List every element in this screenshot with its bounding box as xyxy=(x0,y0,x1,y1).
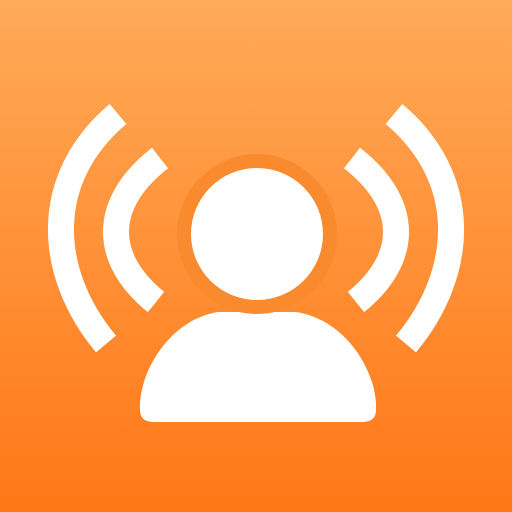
user-broadcast-icon xyxy=(0,0,512,512)
app-icon-tile xyxy=(0,0,512,512)
person-head-icon xyxy=(191,168,323,300)
